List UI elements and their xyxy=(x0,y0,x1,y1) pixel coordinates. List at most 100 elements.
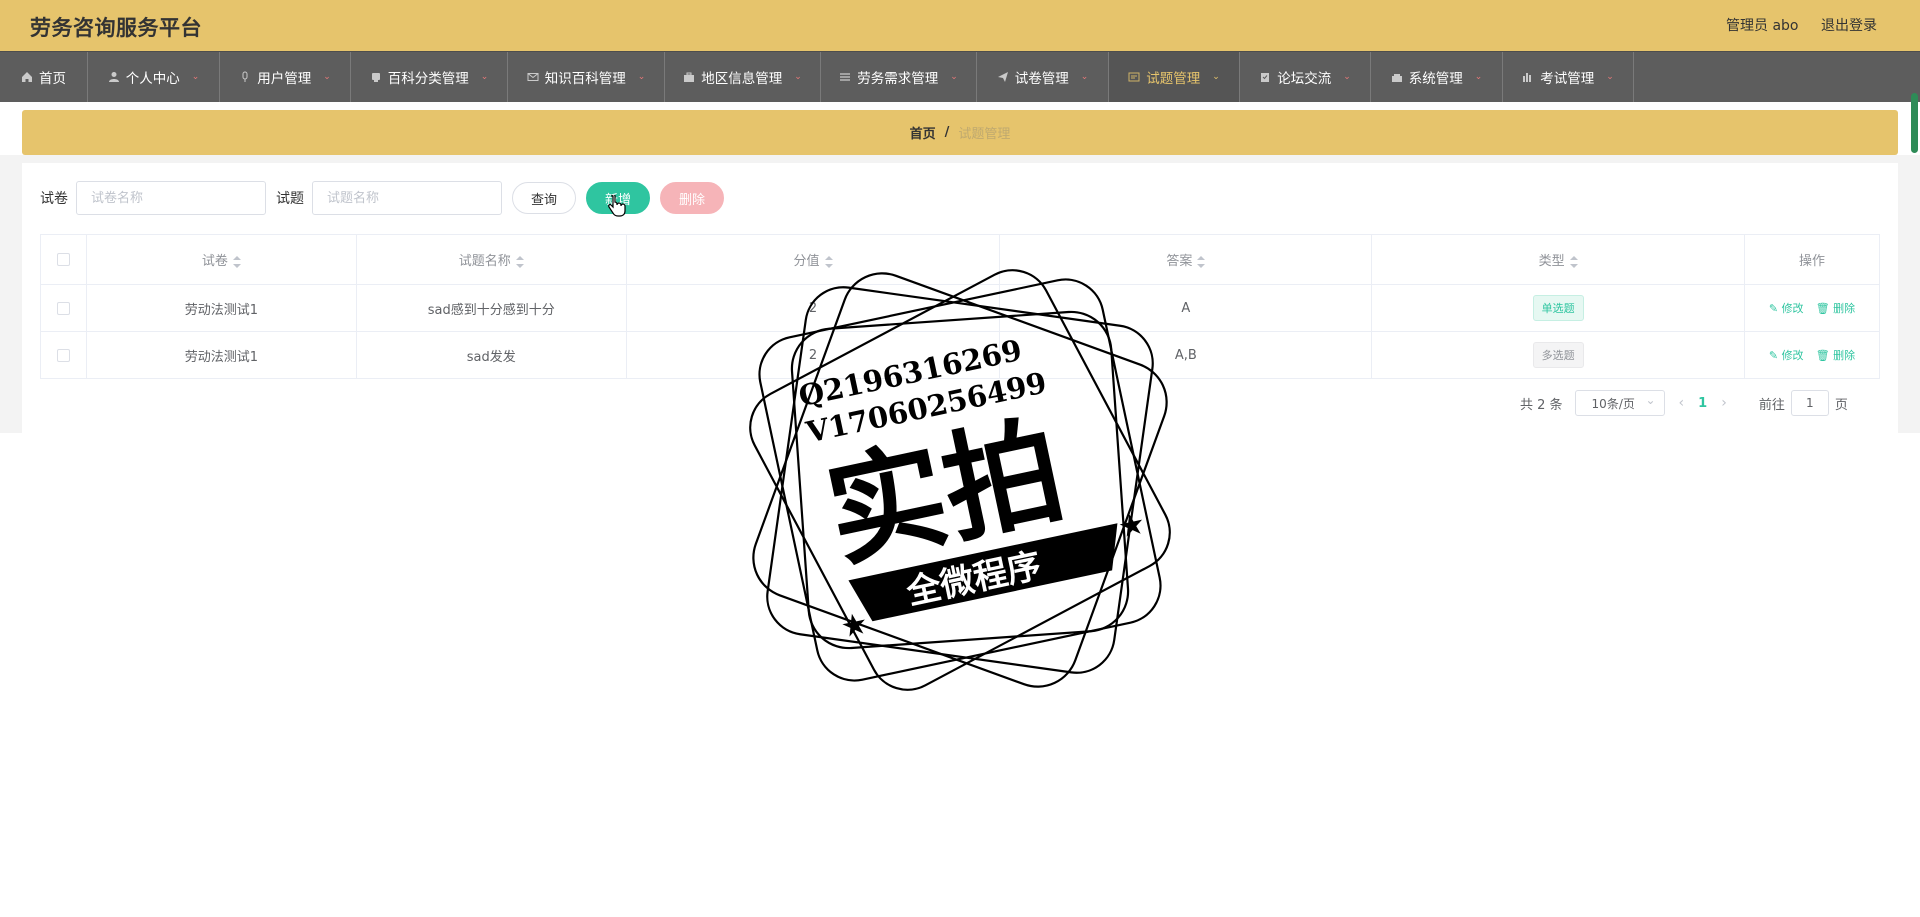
ticket-icon xyxy=(1128,71,1140,83)
chevron-down-icon: ⌄ xyxy=(1080,72,1089,82)
pager-total: 共 2 条 xyxy=(1520,397,1563,413)
clipboard-icon xyxy=(1259,71,1271,83)
tablet-icon xyxy=(370,71,382,83)
select-all-checkbox[interactable] xyxy=(56,253,70,266)
nav-item-5[interactable]: 地区信息管理 ⌄ xyxy=(665,52,821,102)
edit-icon: ✎ xyxy=(1768,302,1779,315)
col-type[interactable]: 类型 xyxy=(1371,234,1746,285)
chevron-down-icon: ⌄ xyxy=(191,72,200,82)
admin-label: 管理员 abo xyxy=(1726,18,1799,34)
edit-button[interactable]: ✎ 修改 xyxy=(1769,349,1804,362)
nav-item-0[interactable]: 首页 xyxy=(0,52,88,102)
goto-page-input[interactable] xyxy=(1790,390,1829,416)
sort-icon[interactable] xyxy=(1197,255,1206,268)
nav-item-3[interactable]: 百科分类管理 ⌄ xyxy=(351,52,508,102)
hand-cursor-icon xyxy=(608,195,626,217)
page-unit-label: 页 xyxy=(1834,397,1848,413)
nav-item-label: 考试管理 xyxy=(1540,71,1595,87)
chevron-down-icon: ⌄ xyxy=(1343,72,1351,82)
nav-item-label: 系统管理 xyxy=(1408,71,1463,87)
chevron-down-icon: ⌄ xyxy=(794,72,802,82)
nav-item-label: 知识百科管理 xyxy=(544,71,626,87)
app-title: 劳务咨询服务平台 xyxy=(30,16,202,40)
sort-icon[interactable] xyxy=(1569,255,1578,268)
cell-paper: 劳动法测试1 xyxy=(85,284,357,332)
delete-button[interactable]: 🗑 删除 xyxy=(1816,302,1855,315)
trash-icon: 🗑 xyxy=(1815,349,1830,362)
page-size-select[interactable]: 10条/页 xyxy=(1574,390,1665,416)
mic-icon xyxy=(239,71,251,83)
nav-item-1[interactable]: 个人中心 ⌄ xyxy=(88,52,220,102)
breadcrumb-home[interactable]: 首页 xyxy=(910,123,936,142)
chevron-down-icon: ⌄ xyxy=(950,72,958,82)
nav-item-11[interactable]: 考试管理 ⌄ xyxy=(1503,52,1634,102)
nav-item-2[interactable]: 用户管理 ⌄ xyxy=(220,52,351,102)
question-name-input[interactable] xyxy=(312,181,502,215)
chevron-down-icon: ⌄ xyxy=(323,72,331,82)
nav-item-label: 地区信息管理 xyxy=(701,71,783,87)
row-checkbox[interactable] xyxy=(56,301,70,315)
chevron-down-icon: ⌄ xyxy=(1212,72,1220,82)
cell-question-name: sad感到十分感到十分 xyxy=(355,284,627,332)
user-icon xyxy=(108,71,120,83)
page-number-current[interactable]: 1 xyxy=(1698,396,1707,411)
logout-link[interactable]: 退出登录 xyxy=(1821,15,1877,35)
watermark-stamp: Q2196316269 V17060256499 实拍 全微程序 ★ ★ xyxy=(749,269,1171,691)
col-question-name[interactable]: 试题名称 xyxy=(355,234,627,285)
nav-item-label: 首页 xyxy=(39,71,66,87)
delete-button[interactable]: 🗑 删除 xyxy=(1816,349,1855,362)
home-icon xyxy=(21,71,33,83)
next-page-icon[interactable]: › xyxy=(1721,395,1727,411)
paper-label: 试卷 xyxy=(40,191,68,207)
nav-item-label: 个人中心 xyxy=(125,71,180,87)
send-icon xyxy=(997,71,1009,83)
nav-item-label: 用户管理 xyxy=(257,71,312,87)
nav-item-6[interactable]: 劳务需求管理 ⌄ xyxy=(821,52,977,102)
sort-icon[interactable] xyxy=(515,255,524,268)
chevron-down-icon: ⌄ xyxy=(480,72,489,82)
nav-item-4[interactable]: 知识百科管理 ⌄ xyxy=(508,52,665,102)
select-all-cell xyxy=(40,234,87,285)
nav-item-label: 论坛交流 xyxy=(1277,71,1332,87)
question-label: 试题 xyxy=(276,191,304,207)
type-tag: 多选题 xyxy=(1532,342,1584,368)
nav-item-7[interactable]: 试卷管理 ⌄ xyxy=(977,52,1109,102)
toolbox-icon xyxy=(1391,71,1403,83)
cell-paper: 劳动法测试1 xyxy=(85,331,357,379)
cell-question-name: sad发发 xyxy=(355,331,627,379)
briefcase-icon xyxy=(683,71,695,83)
trash-icon: 🗑 xyxy=(1815,302,1830,315)
nav-item-label: 百科分类管理 xyxy=(387,71,469,87)
star-icon: ★ xyxy=(838,606,872,646)
nav-item-9[interactable]: 论坛交流 ⌄ xyxy=(1240,52,1371,102)
col-actions: 操作 xyxy=(1744,234,1880,285)
nav-item-label: 试卷管理 xyxy=(1014,71,1069,87)
sort-icon[interactable] xyxy=(232,255,241,268)
edit-button[interactable]: ✎ 修改 xyxy=(1769,302,1804,315)
chevron-down-icon: ⌄ xyxy=(1474,72,1483,82)
batch-delete-button[interactable]: 删除 xyxy=(660,182,725,214)
type-tag: 单选题 xyxy=(1532,295,1584,321)
chevron-down-icon: ⌄ xyxy=(637,72,646,82)
query-button[interactable]: 查询 xyxy=(512,182,577,214)
row-checkbox[interactable] xyxy=(56,348,70,362)
pagination: 共 2 条 10条/页 ‹ 1 › 前往 页 xyxy=(1520,390,1848,416)
edit-icon: ✎ xyxy=(1768,349,1779,362)
breadcrumb: 首页 / 试题管理 xyxy=(22,110,1898,155)
nav-item-10[interactable]: 系统管理 ⌄ xyxy=(1371,52,1503,102)
main-nav: 首页 个人中心 ⌄ 用户管理 ⌄ 百科分类管理 ⌄ 知识百科管理 ⌄ 地区信息管理 ⌄ 劳务需求管理 ⌄… xyxy=(0,51,1920,102)
chevron-down-icon: ⌄ xyxy=(1606,72,1614,82)
paper-name-input[interactable] xyxy=(76,181,266,215)
prev-page-icon[interactable]: ‹ xyxy=(1679,395,1685,411)
breadcrumb-current: 试题管理 xyxy=(958,127,1011,142)
scrollbar-thumb[interactable] xyxy=(1911,93,1918,153)
list-icon xyxy=(839,71,851,83)
mail-icon xyxy=(527,71,539,83)
top-header: 劳务咨询服务平台 管理员 abo 退出登录 xyxy=(0,0,1920,51)
chart-icon xyxy=(1522,71,1534,83)
breadcrumb-separator: / xyxy=(944,125,950,140)
nav-item-label: 劳务需求管理 xyxy=(857,71,939,87)
nav-item-label: 试题管理 xyxy=(1146,71,1201,87)
col-paper[interactable]: 试卷 xyxy=(85,234,357,285)
nav-item-8[interactable]: 试题管理 ⌄ xyxy=(1109,52,1240,102)
